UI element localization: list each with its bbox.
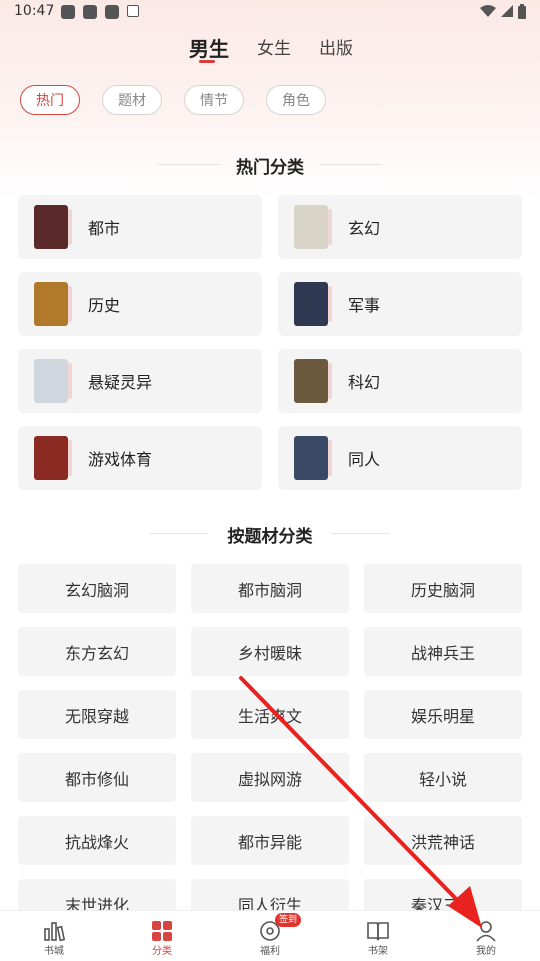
- theme-button[interactable]: 东方玄幻: [18, 627, 176, 676]
- book-cover-image: [34, 359, 72, 403]
- category-card[interactable]: 悬疑灵异: [18, 349, 262, 413]
- book-cover-image: [294, 359, 332, 403]
- theme-button[interactable]: 玄幻脑洞: [18, 564, 176, 613]
- category-label: 游戏体育: [88, 450, 153, 469]
- category-card[interactable]: 游戏体育: [18, 426, 262, 490]
- signal-icon: [501, 5, 513, 17]
- category-card[interactable]: 都市: [18, 195, 262, 259]
- nav-category[interactable]: 分类: [108, 911, 216, 961]
- filter-chip-hot[interactable]: 热门: [20, 85, 80, 115]
- book-cover-image: [34, 282, 72, 326]
- filter-chip-theme[interactable]: 题材: [102, 85, 162, 115]
- tab-publish[interactable]: 出版: [319, 34, 353, 59]
- grid-icon: [152, 921, 172, 941]
- nav-welfare[interactable]: 签到 福利: [216, 911, 324, 961]
- theme-button[interactable]: 历史脑洞: [364, 564, 522, 613]
- category-card[interactable]: 玄幻: [278, 195, 522, 259]
- theme-button[interactable]: 洪荒神话: [364, 816, 522, 865]
- tab-active-indicator: [199, 60, 215, 63]
- category-card[interactable]: 科幻: [278, 349, 522, 413]
- category-label: 同人: [348, 450, 381, 469]
- section-title-themes: 按题材分类: [227, 527, 313, 547]
- checkin-badge: 签到: [275, 913, 302, 927]
- filter-chip-plot[interactable]: 情节: [184, 85, 244, 115]
- nav-label: 书架: [368, 946, 388, 957]
- nav-label: 书城: [44, 946, 64, 957]
- theme-button[interactable]: 都市修仙: [18, 753, 176, 802]
- notification-icon: [105, 5, 119, 19]
- notification-icon: [61, 5, 75, 19]
- nav-bookshelf[interactable]: 书架: [324, 911, 432, 961]
- nav-label: 我的: [476, 946, 496, 957]
- user-icon: [476, 921, 496, 942]
- battery-icon: [518, 4, 526, 19]
- notification-icon: [127, 5, 139, 17]
- filter-chip-role[interactable]: 角色: [266, 85, 326, 115]
- category-label: 历史: [88, 296, 121, 315]
- theme-button[interactable]: 无限穿越: [18, 690, 176, 739]
- theme-button[interactable]: 轻小说: [364, 753, 522, 802]
- nav-label: 分类: [152, 946, 172, 957]
- category-label: 科幻: [348, 373, 381, 392]
- category-card[interactable]: 同人: [278, 426, 522, 490]
- bar-chart-icon: [44, 922, 65, 942]
- nav-profile[interactable]: 我的: [432, 911, 540, 961]
- theme-button[interactable]: 娱乐明星: [364, 690, 522, 739]
- book-cover-image: [34, 436, 72, 480]
- book-icon: [367, 922, 389, 941]
- status-bar: 10:47: [0, 0, 540, 24]
- category-label: 军事: [348, 296, 381, 315]
- section-title-hot: 热门分类: [236, 158, 304, 178]
- theme-button[interactable]: 抗战烽火: [18, 816, 176, 865]
- category-label: 玄幻: [348, 219, 381, 238]
- theme-button[interactable]: 都市异能: [191, 816, 349, 865]
- book-cover-image: [294, 282, 332, 326]
- category-card[interactable]: 历史: [18, 272, 262, 336]
- theme-button[interactable]: 乡村暖昧: [191, 627, 349, 676]
- bottom-navigation: 书城 分类 签到 福利 书架 我的: [0, 910, 540, 961]
- theme-button[interactable]: 都市脑洞: [191, 564, 349, 613]
- book-cover-image: [294, 205, 332, 249]
- category-label: 悬疑灵异: [88, 373, 153, 392]
- theme-button[interactable]: 生活爽文: [191, 690, 349, 739]
- category-card[interactable]: 军事: [278, 272, 522, 336]
- book-cover-image: [34, 205, 72, 249]
- wifi-icon: [480, 5, 496, 17]
- book-cover-image: [294, 436, 332, 480]
- nav-bookstore[interactable]: 书城: [0, 911, 108, 961]
- category-label: 都市: [88, 219, 121, 238]
- nav-label: 福利: [260, 946, 280, 957]
- status-time: 10:47: [14, 3, 55, 19]
- tab-female[interactable]: 女生: [257, 34, 291, 59]
- notification-icon: [83, 5, 97, 19]
- theme-button[interactable]: 战神兵王: [364, 627, 522, 676]
- tab-male[interactable]: 男生: [189, 33, 229, 62]
- theme-button[interactable]: 虚拟网游: [191, 753, 349, 802]
